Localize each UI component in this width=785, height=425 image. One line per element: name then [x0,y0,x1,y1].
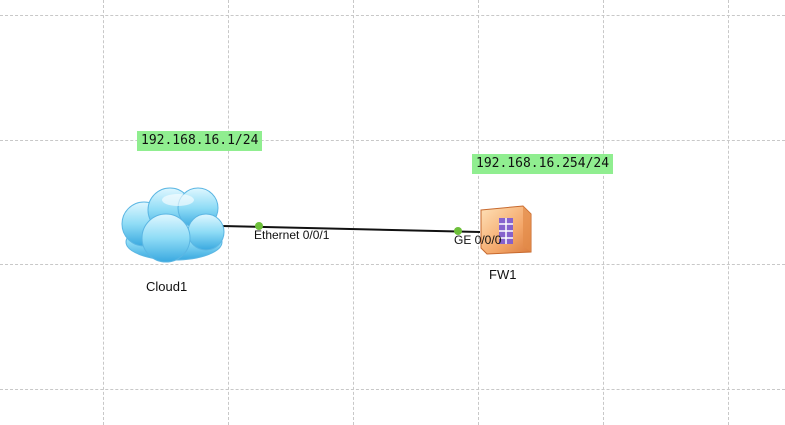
cloud-name: Cloud1 [146,279,188,294]
firewall-ip-label[interactable]: 192.168.16.254/24 [472,154,614,174]
cloud-device[interactable] [118,180,226,268]
firewall-port-label: GE 0/0/0 [454,233,502,247]
cloud-port-label: Ethernet 0/0/1 [254,228,330,242]
cloud-ip-label[interactable]: 192.168.16.1/24 [137,131,263,151]
firewall-name: FW1 [489,267,517,282]
firewall-icon [480,205,532,255]
firewall-device[interactable] [477,204,533,256]
cloud-icon [121,187,225,263]
topology-canvas[interactable]: 192.168.16.1/24 192.168.16.254/24 Cloud1… [0,0,785,425]
